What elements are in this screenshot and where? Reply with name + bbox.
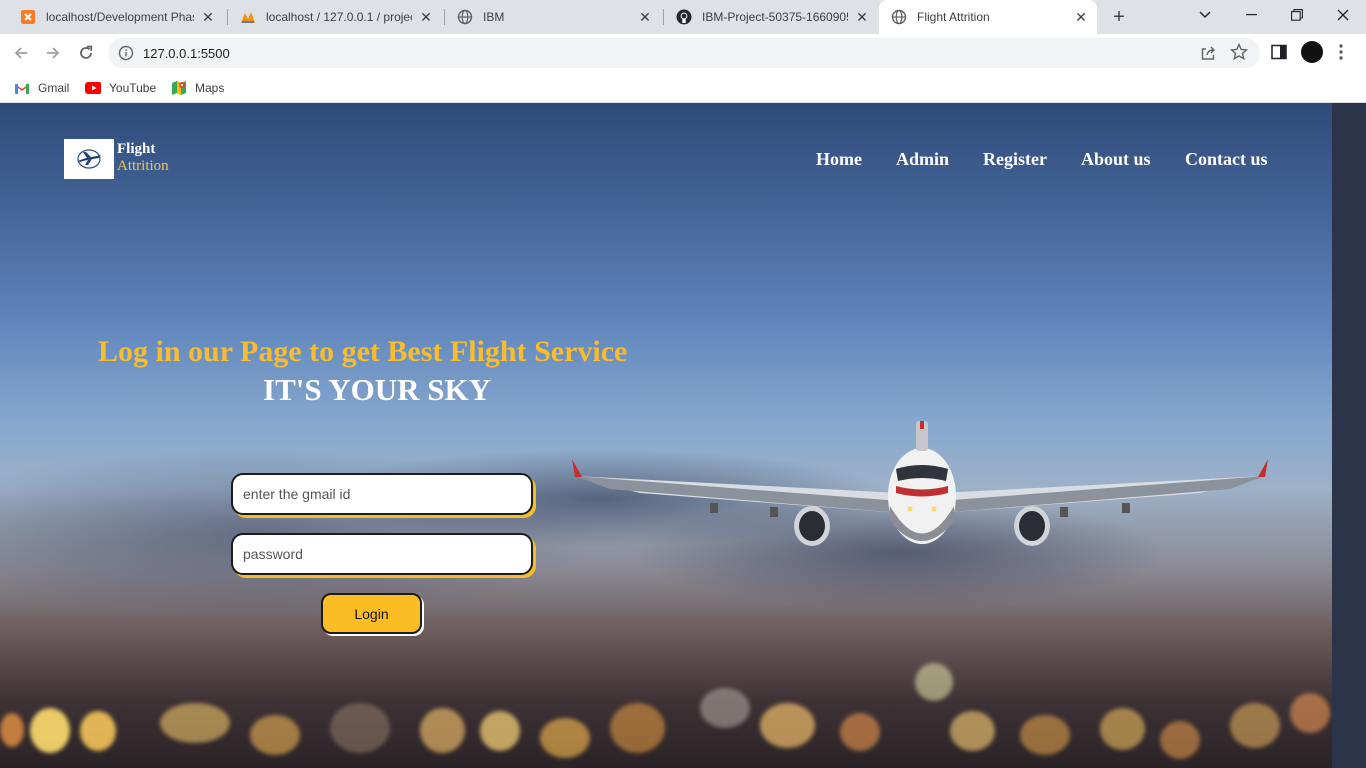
forward-arrow-icon[interactable] [40, 40, 66, 66]
bookmark-label: YouTube [109, 81, 157, 95]
tab-title: IBM [483, 10, 505, 24]
nav-register[interactable]: Register [983, 149, 1047, 170]
bookmark-gmail[interactable]: Gmail [14, 77, 69, 99]
close-icon[interactable]: ✕ [200, 9, 216, 25]
logo-text-attrition: Attrition [117, 158, 169, 174]
bookmark-star-icon[interactable] [1229, 42, 1249, 61]
side-panel-icon[interactable] [1271, 44, 1287, 60]
maps-icon [171, 80, 187, 96]
github-icon [676, 9, 692, 25]
xampp-icon [20, 9, 36, 25]
close-icon[interactable]: ✕ [418, 9, 434, 25]
address-bar[interactable]: 127.0.0.1:5500 [108, 38, 1260, 68]
email-input[interactable] [231, 473, 533, 515]
tab-flight-attrition[interactable]: Flight Attrition ✕ [879, 0, 1097, 34]
browser-toolbar: 127.0.0.1:5500 [0, 34, 1366, 72]
bookmarks-bar: Gmail YouTube Maps [0, 72, 1366, 103]
page-hero: Flight Attrition Home Admin Register Abo… [0, 103, 1332, 768]
tab-3[interactable]: IBM ✕ [445, 0, 661, 34]
bookmark-youtube[interactable]: YouTube [85, 77, 156, 99]
tab-title: localhost/Development Phase [46, 10, 194, 24]
tab-title: IBM-Project-50375-1660905 [702, 10, 848, 24]
close-icon[interactable]: ✕ [1073, 9, 1089, 25]
page-scrollbar[interactable] [1332, 103, 1366, 768]
password-input[interactable] [231, 533, 533, 575]
close-icon[interactable]: ✕ [637, 9, 653, 25]
more-menu-icon[interactable] [1336, 43, 1346, 61]
restore-icon[interactable] [1274, 0, 1320, 30]
globe-icon [457, 9, 473, 25]
bookmark-label: Gmail [38, 81, 70, 95]
profile-avatar[interactable] [1301, 41, 1323, 63]
bookmark-label: Maps [195, 81, 225, 95]
nav-admin[interactable]: Admin [896, 149, 949, 170]
url-text: 127.0.0.1:5500 [143, 46, 230, 61]
close-icon[interactable]: ✕ [854, 9, 870, 25]
tab-search-icon[interactable] [1182, 0, 1228, 30]
page-subheadline: IT'S YOUR SKY [263, 372, 491, 407]
reload-icon[interactable] [73, 40, 99, 66]
phpmyadmin-icon [240, 9, 256, 25]
tab-title: Flight Attrition [917, 10, 990, 24]
airplane-image [572, 421, 1268, 546]
close-window-icon[interactable] [1320, 0, 1366, 30]
back-arrow-icon[interactable] [8, 40, 34, 66]
tab-title: localhost / 127.0.0.1 / project [266, 10, 412, 24]
gmail-icon [14, 80, 30, 96]
tab-4[interactable]: IBM-Project-50375-1660905 ✕ [664, 0, 878, 34]
globe-icon [891, 9, 907, 25]
logo[interactable] [64, 139, 114, 179]
nav-about-us[interactable]: About us [1081, 149, 1151, 170]
login-button[interactable]: Login [321, 593, 422, 634]
airplane-logo-icon [77, 149, 101, 169]
tab-2[interactable]: localhost / 127.0.0.1 / project ✕ [228, 0, 442, 34]
tab-1[interactable]: localhost/Development Phase ✕ [8, 0, 224, 34]
logo-text-flight: Flight [117, 141, 156, 157]
minimize-icon[interactable] [1228, 0, 1274, 30]
bookmark-maps[interactable]: Maps [171, 77, 224, 99]
nav-home[interactable]: Home [816, 149, 862, 170]
new-tab-button[interactable]: + [1108, 6, 1130, 28]
page-headline: Log in our Page to get Best Flight Servi… [98, 335, 628, 368]
youtube-icon [85, 80, 101, 96]
tab-strip: localhost/Development Phase ✕ localhost … [0, 0, 1366, 34]
nav-contact-us[interactable]: Contact us [1185, 149, 1268, 170]
site-info-icon[interactable] [118, 45, 134, 61]
share-icon[interactable] [1200, 45, 1216, 61]
